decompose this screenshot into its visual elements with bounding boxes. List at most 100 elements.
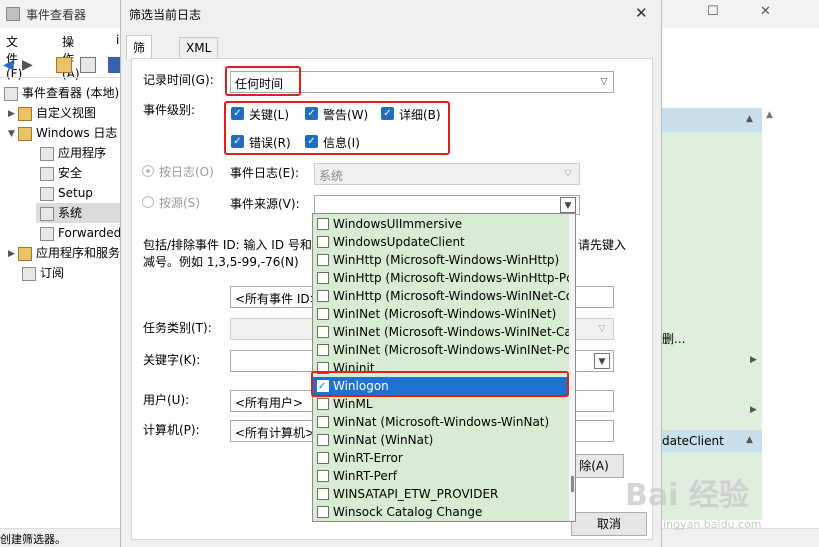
folder-up-icon[interactable] [56, 57, 72, 73]
event-viewer-title: 事件查看器 [26, 8, 87, 22]
event-source-item[interactable]: WinRT-Perf [313, 467, 569, 485]
checkbox-icon[interactable] [317, 488, 329, 500]
show-hide-pane-icon[interactable] [80, 57, 96, 73]
highlight-box-winlogon [311, 371, 569, 397]
list-scrollbar-thumb[interactable] [571, 476, 574, 492]
chevron-right-icon[interactable]: ▶ [750, 355, 757, 365]
task-category-label: 任务类别(T): [143, 321, 212, 335]
tree-log-security[interactable]: 安全 [40, 163, 82, 183]
event-source-label: WINSATAPI_ETW_PROVIDER [333, 487, 499, 501]
help-icon[interactable] [108, 57, 120, 73]
event-source-item[interactable]: WinINet (Microsoft-Windows-WinINet-Cap [313, 323, 569, 341]
maximize-icon[interactable]: ☐ [707, 4, 719, 19]
tree-log-system[interactable]: 系统 [40, 203, 82, 223]
event-source-label: WinML [333, 397, 373, 411]
forward-icon[interactable]: ▶ [22, 57, 38, 73]
include-text-line-1b: 请先键入 [578, 238, 627, 252]
chevron-right-icon[interactable]: ▶ [750, 405, 757, 415]
checkbox-warning[interactable]: ✓ [305, 107, 318, 120]
tree-log-forwarded[interactable]: Forwarded [40, 223, 121, 243]
baidu-watermark-url: jingyan.baidu.com [660, 518, 762, 531]
tree-root-label: 事件查看器 (本地) [22, 86, 120, 100]
radio-by-log[interactable] [142, 165, 154, 177]
checkbox-icon[interactable] [317, 470, 329, 482]
tree-log-application[interactable]: 应用程序 [40, 143, 106, 163]
event-source-item[interactable]: WINSATAPI_ETW_PROVIDER [313, 485, 569, 503]
event-log-select[interactable]: 系统 [314, 163, 580, 185]
event-source-label: WinRT-Error [333, 451, 403, 465]
actions-header-bar: ▲ [660, 108, 762, 132]
checkbox-info[interactable]: ✓ [305, 135, 318, 148]
event-source-item[interactable]: WinRT-Error [313, 449, 569, 467]
include-text-line-1: 包括/排除事件 ID: 输入 ID 号和 [143, 238, 312, 252]
cancel-button[interactable]: 取消 [571, 512, 647, 536]
tab-xml[interactable]: XML [179, 37, 219, 58]
checkbox-icon[interactable] [317, 434, 329, 446]
scroll-up-icon[interactable]: ▲ [766, 110, 773, 120]
checkbox-icon[interactable] [317, 290, 329, 302]
tree-subscriptions[interactable]: 订阅 [22, 263, 64, 283]
include-text-line-2: 减号。例如 1,3,5-99,-76(N) [143, 255, 299, 269]
menu-view[interactable]: i [116, 33, 119, 47]
close-icon[interactable]: ✕ [635, 4, 648, 22]
event-source-item[interactable]: WinHttp (Microsoft-Windows-WinHttp) [313, 251, 569, 269]
checkbox-critical[interactable]: ✓ [231, 107, 244, 120]
checkbox-icon[interactable] [317, 452, 329, 464]
cancel-button-label: 取消 [596, 517, 621, 531]
chevron-down-icon[interactable]: ▼ [8, 124, 18, 144]
event-source-item[interactable]: WinNat (WinNat) [313, 431, 569, 449]
event-source-item[interactable]: WinML [313, 395, 569, 413]
tree-app-services[interactable]: ▶ 应用程序和服务 [8, 243, 120, 263]
event-source-item[interactable]: WindowsUIImmersive [313, 215, 569, 233]
checkbox-icon[interactable] [317, 236, 329, 248]
checkbox-icon[interactable] [317, 344, 329, 356]
close-icon[interactable]: ✕ [760, 4, 771, 19]
event-source-item[interactable]: WinINet (Microsoft-Windows-WinINet) [313, 305, 569, 323]
chevron-down-icon[interactable]: ▽ [560, 166, 576, 182]
log-icon [40, 206, 54, 221]
event-source-item[interactable]: WinINet (Microsoft-Windows-WinINet-Pca [313, 341, 569, 359]
event-source-item[interactable]: WinHttp (Microsoft-Windows-WinINet-Cor [313, 287, 569, 305]
radio-by-source[interactable] [142, 196, 154, 208]
checkbox-icon[interactable] [317, 308, 329, 320]
event-source-label: Winsock Catalog Change [333, 505, 483, 519]
chevron-right-icon[interactable]: ▶ [8, 244, 18, 264]
back-icon[interactable]: ◀ [3, 57, 19, 73]
tree-log-setup[interactable]: Setup [40, 183, 93, 203]
chevron-down-icon[interactable]: ▼ [560, 197, 576, 213]
status-text: 创建筛选器。 [0, 533, 66, 546]
computer-value: <所有计算机> [235, 426, 316, 440]
checkbox-icon[interactable] [317, 506, 329, 518]
keywords-label: 关键字(K): [143, 353, 201, 367]
checkbox-icon[interactable] [317, 254, 329, 266]
user-value: <所有用户> [235, 396, 304, 410]
collapse-icon[interactable]: ▲ [746, 435, 753, 445]
checkbox-icon[interactable] [317, 272, 329, 284]
event-source-item[interactable]: WindowsUpdateClient [313, 233, 569, 251]
chevron-down-icon[interactable]: ▽ [596, 74, 612, 90]
event-id-value: <所有事件 ID> [235, 292, 320, 306]
tab-filter[interactable]: 筛选器 [126, 35, 153, 89]
event-source-list[interactable]: WindowsUIImmersive WindowsUpdateClient Win… [312, 213, 576, 522]
action-more[interactable]: 删... [662, 330, 685, 347]
event-source-select[interactable] [314, 195, 580, 215]
chevron-right-icon[interactable]: ▶ [8, 104, 18, 124]
chevron-down-icon[interactable]: ▽ [594, 321, 610, 337]
checkbox-icon[interactable] [317, 398, 329, 410]
tree-custom-views[interactable]: ▶ 自定义视图 [8, 103, 96, 123]
checkbox-error[interactable]: ✓ [231, 135, 244, 148]
checkbox-verbose[interactable]: ✓ [381, 107, 394, 120]
list-scrollbar[interactable] [569, 214, 575, 521]
checkbox-icon[interactable] [317, 218, 329, 230]
checkbox-icon[interactable] [317, 326, 329, 338]
tree-root[interactable]: 事件查看器 (本地) [4, 83, 119, 103]
tree-windows-logs[interactable]: ▼ Windows 日志 [8, 123, 117, 143]
event-source-label: WinHttp (Microsoft-Windows-WinINet-Cor [333, 289, 569, 303]
event-source-item[interactable]: WinNat (Microsoft-Windows-WinNat) [313, 413, 569, 431]
subscription-icon [22, 266, 36, 281]
event-source-item[interactable]: Winsock Catalog Change [313, 503, 569, 521]
chevron-down-icon[interactable]: ▼ [594, 353, 610, 369]
checkbox-icon[interactable] [317, 416, 329, 428]
collapse-icon[interactable]: ▲ [746, 114, 753, 124]
event-source-item[interactable]: WinHttp (Microsoft-Windows-WinHttp-Pca [313, 269, 569, 287]
